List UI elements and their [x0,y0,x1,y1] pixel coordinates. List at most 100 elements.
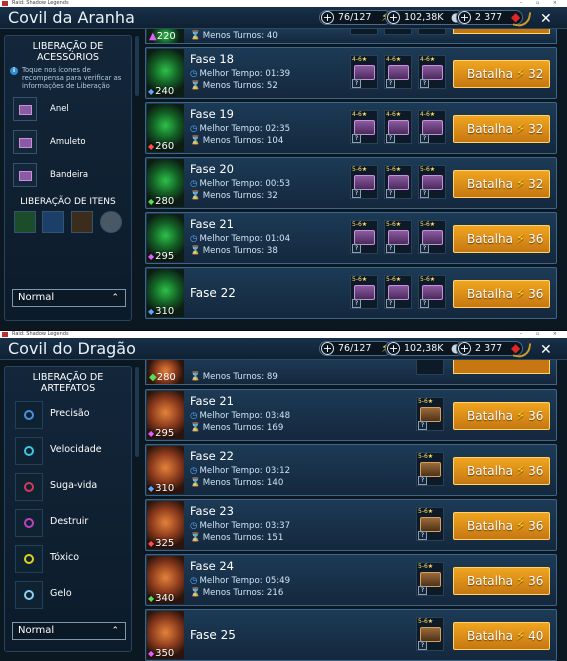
question-icon: ? [386,79,395,88]
reward-chest[interactable] [416,360,444,375]
battle-button[interactable]: Batalha ⚡ 40 [453,622,550,650]
reward-chest[interactable] [384,29,412,35]
stage-row[interactable]: ◆350 Fase 25 5-6★? Batalha ⚡ 40 [145,609,557,661]
artifact-set-icon[interactable] [15,581,43,609]
window-controls[interactable]: – ▫ × [520,0,563,7]
add-gems-icon[interactable]: + [458,342,471,355]
reward-chest[interactable]: 5-6★? [418,220,446,254]
shard-icon[interactable] [42,211,64,233]
battle-button[interactable] [453,29,550,34]
reward-chest[interactable]: 4-6★? [384,110,412,144]
artifact-set-icon[interactable] [15,437,43,465]
stage-row-partial[interactable]: ▲220 ⌛ Menos Turnos: 40 [145,29,557,44]
reward-chest[interactable] [418,29,446,35]
reward-chest[interactable]: 5-6★? [416,397,444,431]
battle-button[interactable]: Batalha ⚡ 32 [453,115,550,143]
reward-chest[interactable]: 5-6★? [384,220,412,254]
energy-counter[interactable]: + 76/127 ⚡ [319,10,393,25]
artifact-set-item[interactable]: Precisão [5,398,131,434]
affinity-icon: ◆ [148,197,155,206]
scrollbar[interactable] [135,36,139,96]
artifact-set-item[interactable]: Gelo [5,578,131,614]
battle-button[interactable] [453,360,550,374]
artifact-set-item[interactable]: Destruir [5,506,131,542]
difficulty-select[interactable]: Normal ⌃ [12,622,126,640]
reward-chest[interactable]: 5-6★? [384,275,412,309]
ring-chest-icon[interactable] [13,97,37,121]
artifact-set-item[interactable]: Tóxico [5,542,131,578]
silver-coin-icon[interactable] [100,211,122,233]
stage-row[interactable]: ◆340 Fase 24 ◷ Melhor Tempo: 05:49 ⌛ Menos Tu… [145,554,557,606]
best-time: ◷ Melhor Tempo: 03:12 [190,466,291,476]
reward-chest[interactable]: 5-6★? [350,275,378,309]
chest-item-icon[interactable] [71,211,93,233]
rarity-stars: 5-6★ [418,398,434,405]
accessory-ring[interactable]: Anel [13,97,131,123]
potion-icon[interactable] [14,211,36,233]
stage-row[interactable]: ◆310 Fase 22 5-6★? 5-6★? 5-6★? Batalha ⚡ 36 [145,267,557,319]
reward-chest[interactable]: 5-6★? [416,507,444,541]
battle-button[interactable]: Batalha ⚡ 36 [453,512,550,540]
close-icon[interactable]: ✕ [540,11,552,27]
banner-chest-icon[interactable] [13,163,37,187]
add-energy-icon[interactable]: + [321,11,334,24]
add-gems-icon[interactable]: + [458,11,471,24]
reward-chest[interactable]: 5-6★? [416,452,444,486]
artifact-set-icon[interactable] [15,545,43,573]
question-icon: ? [386,299,395,308]
chest-icon [354,120,375,135]
artifact-set-icon[interactable] [15,509,43,537]
close-icon[interactable]: ✕ [540,342,552,358]
battle-button[interactable]: Batalha ⚡ 36 [453,457,550,485]
reward-chest[interactable]: 5-6★? [418,275,446,309]
silver-counter[interactable]: + 102,38K ● [385,10,465,25]
silver-counter[interactable]: + 102,38K ● [385,341,465,356]
reward-chest[interactable]: 5-6★? [350,220,378,254]
amulet-chest-icon[interactable] [13,130,37,154]
artifact-set-item[interactable]: Velocidade [5,434,131,470]
stage-row[interactable]: ◆260 Fase 19 ◷ Melhor Tempo: 02:35 ⌛ Menos Tu… [145,102,557,154]
reward-chest[interactable]: 5-6★? [416,617,444,651]
reward-chest[interactable]: 4-6★? [384,55,412,89]
battle-button[interactable]: Batalha ⚡ 36 [453,280,550,308]
energy-icon: ⚡ [515,574,526,589]
difficulty-select[interactable]: Normal ⌃ [12,289,126,307]
battle-button[interactable]: Batalha ⚡ 32 [453,60,550,88]
scrollbar[interactable] [135,367,139,457]
energy-cost: 36 [528,574,544,588]
stage-row[interactable]: ◆310 Fase 22 ◷ Melhor Tempo: 03:12 ⌛ Menos Tu… [145,444,557,496]
battle-button[interactable]: Batalha ⚡ 36 [453,225,550,253]
reward-chest[interactable]: 4-6★? [350,110,378,144]
reward-chest[interactable]: 4-6★? [418,55,446,89]
reward-chest[interactable]: 5-6★? [416,562,444,596]
stage-row-partial[interactable]: ◆280 ⌛ Menos Turnos: 89 [145,360,557,385]
stage-row[interactable]: ◆240 Fase 18 ◷ Melhor Tempo: 01:39 ⌛ Menos Tu… [145,47,557,99]
add-silver-icon[interactable]: + [387,342,400,355]
gems-value: 2 377 [475,12,503,23]
artifact-set-icon[interactable] [15,473,43,501]
reward-chest[interactable]: 5-6★? [350,165,378,199]
stage-row[interactable]: ◆280 Fase 20 ◷ Melhor Tempo: 00:53 ⌛ Menos Tu… [145,157,557,209]
reward-chest[interactable]: 5-6★? [418,165,446,199]
add-energy-icon[interactable]: + [321,342,334,355]
artifact-set-icon[interactable] [15,401,43,429]
question-icon: ? [352,299,361,308]
info-note: i Toque nos ícones de recompensa para ve… [5,63,131,90]
stage-row[interactable]: ◆295 Fase 21 ◷ Melhor Tempo: 01:04 ⌛ Menos Tu… [145,212,557,264]
energy-counter[interactable]: + 76/127 ⚡ [319,341,393,356]
battle-button[interactable]: Batalha ⚡ 36 [453,402,550,430]
artifact-set-list: Precisão Velocidade Suga-vida Destruir Tóxic… [5,398,131,614]
accessory-banner[interactable]: Bandeira [13,163,131,189]
reward-chest[interactable] [350,29,378,35]
accessory-amulet[interactable]: Amuleto [13,130,131,156]
stage-row[interactable]: ◆295 Fase 21 ◷ Melhor Tempo: 03:48 ⌛ Menos Tu… [145,389,557,441]
add-silver-icon[interactable]: + [387,11,400,24]
battle-button[interactable]: Batalha ⚡ 36 [453,567,550,595]
window-controls[interactable]: – ▫ × [520,331,563,338]
stage-row[interactable]: ◆325 Fase 23 ◷ Melhor Tempo: 03:37 ⌛ Menos Tu… [145,499,557,551]
reward-chest[interactable]: 5-6★? [384,165,412,199]
reward-chest[interactable]: 4-6★? [418,110,446,144]
artifact-set-item[interactable]: Suga-vida [5,470,131,506]
battle-button[interactable]: Batalha ⚡ 32 [453,170,550,198]
reward-chest[interactable]: 4-6★? [350,55,378,89]
